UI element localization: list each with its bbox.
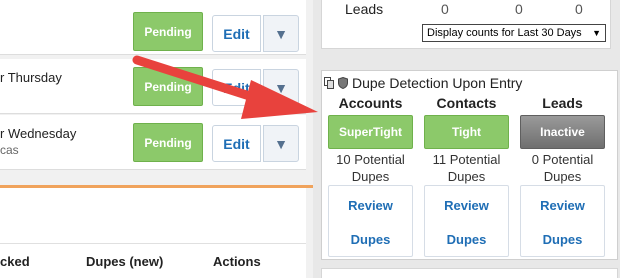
- potential-label: Dupes: [351, 169, 390, 184]
- sidebar-panel: Leads 0 0 0 Display counts for Last 30 D…: [313, 0, 620, 278]
- counts-widget: Leads 0 0 0 Display counts for Last 30 D…: [321, 0, 611, 49]
- review-link-line1[interactable]: Review: [329, 198, 412, 213]
- table-header: cked Dupes (new) Actions: [0, 243, 306, 278]
- review-link-line1[interactable]: Review: [425, 198, 508, 213]
- record-row: r Thursday Pending Edit ▼: [0, 59, 306, 114]
- count-period-value: Display counts for Last 30 Days: [427, 27, 582, 39]
- edit-button[interactable]: Edit: [212, 69, 261, 106]
- review-link-line1[interactable]: Review: [521, 198, 604, 213]
- leads-potential-dupes: 0 Potential Dupes: [520, 151, 605, 185]
- record-title[interactable]: r Wednesday: [0, 126, 76, 141]
- row-menu-button[interactable]: ▼: [263, 125, 299, 162]
- count-value: 0: [515, 1, 523, 17]
- records-panel: Pending Edit ▼ r Thursday Pending Edit ▼…: [0, 0, 313, 278]
- potential-label: Dupes: [447, 169, 486, 184]
- record-subtitle: cas: [0, 143, 19, 157]
- dupe-detection-title: Dupe Detection Upon Entry: [324, 75, 522, 91]
- caret-down-icon: ▼: [274, 25, 288, 42]
- dupe-detection-title-text: Dupe Detection Upon Entry: [352, 75, 523, 91]
- dupe-detection-widget: Dupe Detection Upon Entry Accounts Super…: [321, 70, 618, 260]
- potential-label: Dupes: [543, 169, 582, 184]
- accounts-heading: Accounts: [338, 95, 403, 111]
- pending-status-button[interactable]: Pending: [133, 12, 203, 51]
- review-link-line2[interactable]: Dupes: [425, 232, 508, 247]
- count-value: 0: [575, 1, 583, 17]
- accounts-status-button[interactable]: SuperTight: [328, 115, 413, 149]
- leads-review-dupes-button[interactable]: Review Dupes: [520, 185, 605, 257]
- contacts-status-button[interactable]: Tight: [424, 115, 509, 149]
- contacts-potential-dupes: 11 Potential Dupes: [424, 151, 509, 185]
- record-row: Pending Edit ▼: [0, 0, 306, 55]
- section-band: [0, 188, 306, 243]
- count-period-select[interactable]: Display counts for Last 30 Days ▼: [422, 24, 606, 42]
- column-header-dupes-new[interactable]: Dupes (new): [86, 254, 163, 269]
- counts-row-label: Leads: [345, 1, 384, 17]
- row-menu-button[interactable]: ▼: [263, 15, 299, 52]
- column-header[interactable]: cked: [0, 254, 30, 269]
- edit-button[interactable]: Edit: [212, 15, 261, 52]
- duplicate-records-icon: [324, 77, 334, 89]
- pending-status-button[interactable]: Pending: [133, 67, 203, 106]
- potential-count: 11 Potential: [432, 152, 501, 167]
- leads-heading: Leads: [542, 95, 583, 111]
- count-value: 0: [441, 1, 449, 17]
- caret-down-icon: ▼: [274, 79, 288, 96]
- potential-count: 10 Potential: [336, 152, 405, 167]
- select-caret-icon: ▼: [592, 28, 601, 38]
- record-title[interactable]: r Thursday: [0, 70, 62, 85]
- caret-down-icon: ▼: [274, 135, 288, 152]
- edit-button[interactable]: Edit: [212, 125, 261, 162]
- accounts-review-dupes-button[interactable]: Review Dupes: [328, 185, 413, 257]
- contacts-heading: Contacts: [436, 95, 497, 111]
- column-header-actions: Actions: [213, 254, 261, 269]
- shield-icon: [338, 77, 348, 89]
- pending-status-button[interactable]: Pending: [133, 123, 203, 162]
- review-link-line2[interactable]: Dupes: [329, 232, 412, 247]
- record-row: r Wednesday cas Pending Edit ▼: [0, 115, 306, 170]
- next-widget-edge: [321, 268, 618, 278]
- accounts-potential-dupes: 10 Potential Dupes: [328, 151, 413, 185]
- review-link-line2[interactable]: Dupes: [521, 232, 604, 247]
- potential-count: 0 Potential: [531, 152, 594, 167]
- leads-status-button[interactable]: Inactive: [520, 115, 605, 149]
- contacts-review-dupes-button[interactable]: Review Dupes: [424, 185, 509, 257]
- row-menu-button[interactable]: ▼: [263, 69, 299, 106]
